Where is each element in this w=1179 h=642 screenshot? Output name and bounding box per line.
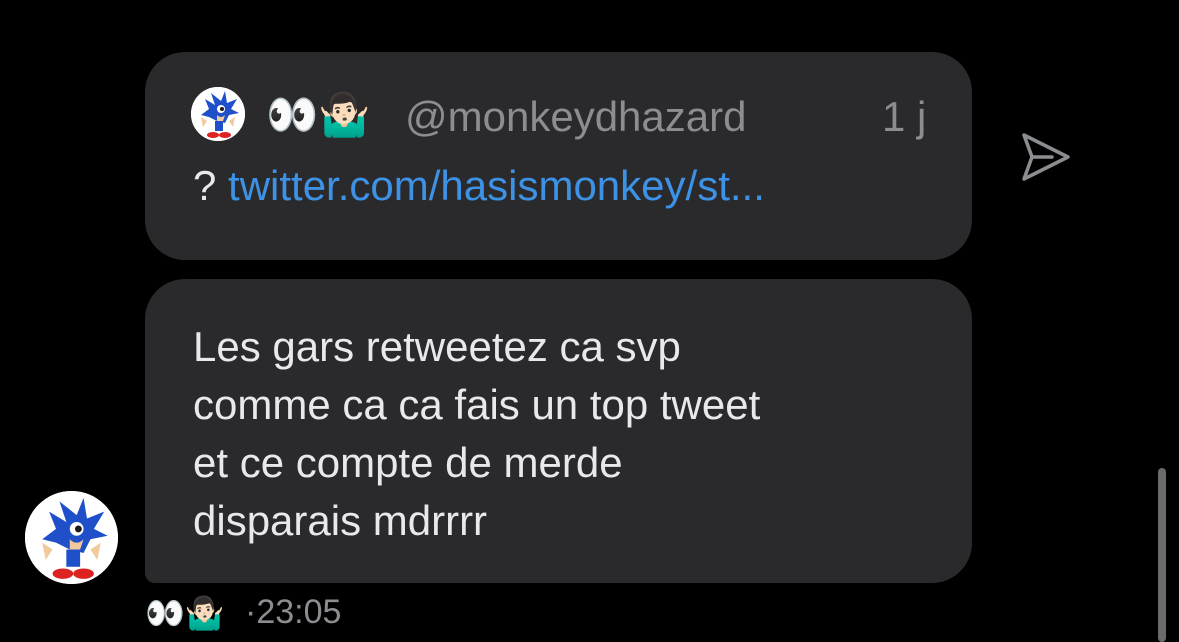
sender-avatar[interactable]: [25, 491, 118, 584]
share-button[interactable]: [1019, 130, 1073, 184]
quoted-tweet-link[interactable]: twitter.com/hasismonkey/st...: [228, 162, 765, 209]
sonic-avatar-icon: [25, 491, 118, 584]
message-timestamp: ·23:05: [245, 593, 342, 631]
quoted-tweet-time: 1 j: [882, 93, 927, 140]
scrollbar[interactable]: [1158, 468, 1166, 642]
send-icon: [1022, 133, 1070, 181]
quoted-author-avatar[interactable]: [191, 87, 245, 141]
message-text: Les gars retweetez ca svp comme ca ca fa…: [193, 318, 760, 550]
message-line: et ce compte de merde: [193, 439, 623, 486]
quoted-author-emoji: 👀🤷🏻‍♂️: [266, 90, 371, 139]
message-line: disparais mdrrrr: [193, 497, 488, 544]
message-line: Les gars retweetez ca svp: [193, 323, 681, 370]
quoted-tweet-content: ? twitter.com/hasismonkey/st...: [193, 160, 765, 212]
message-line: comme ca ca fais un top tweet: [193, 381, 761, 428]
sonic-avatar-icon: [191, 87, 245, 141]
quoted-tweet-text: ?: [193, 162, 217, 209]
quoted-tweet-card[interactable]: [145, 52, 972, 260]
quoted-author-handle[interactable]: @monkeydhazard: [405, 92, 746, 142]
sender-emoji-name: 👀🤷🏻‍♂️: [145, 594, 225, 632]
